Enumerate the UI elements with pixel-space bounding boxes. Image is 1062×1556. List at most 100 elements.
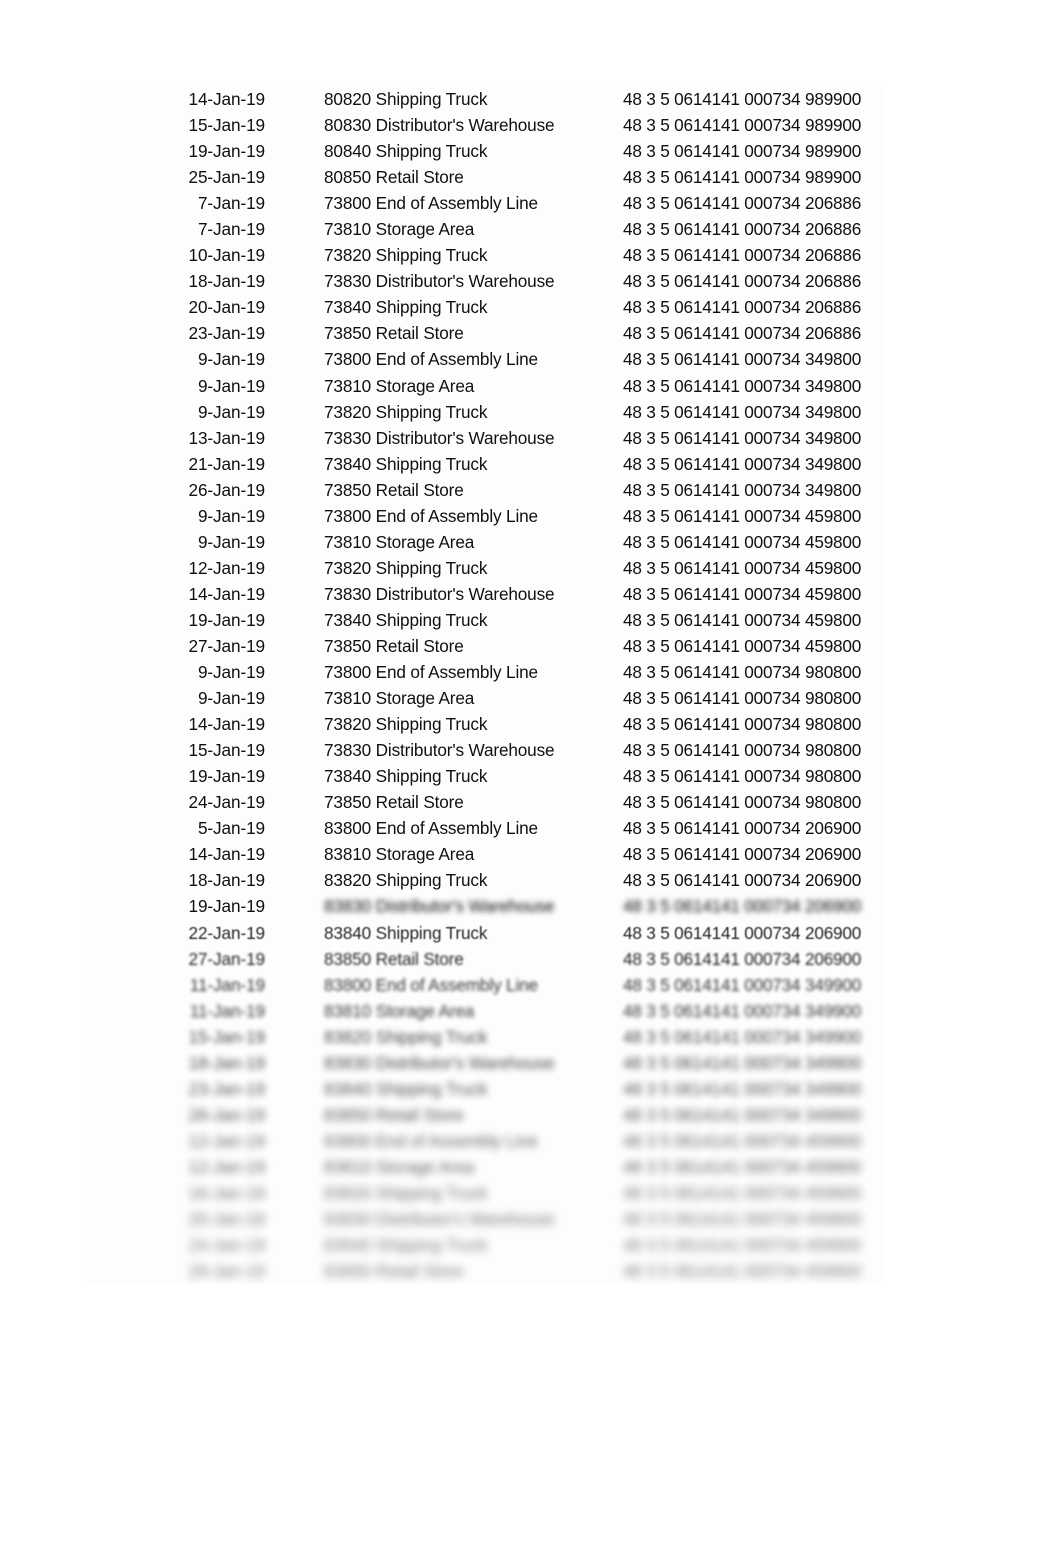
cell-epc: 48 3 5 0614141 000734 349800 xyxy=(623,375,862,396)
cell-epc: 48 3 5 0614141 000734 459800 xyxy=(623,609,862,630)
table-row: 9-Jan-19 73800 End of Assembly Line 48 3 5… xyxy=(85,503,885,529)
cell-location: 83850 Retail Store xyxy=(324,948,464,969)
table-row: 9-Jan-19 73820 Shipping Truck 48 3 5 06141… xyxy=(85,399,885,425)
table-row: 15-Jan-19 83820 Shipping Truck 48 3 5 0614… xyxy=(85,1024,885,1050)
cell-epc: 48 3 5 0614141 000734 206886 xyxy=(623,297,862,318)
cell-epc: 48 3 5 0614141 000734 459800 xyxy=(623,531,862,552)
cell-date: 12-Jan-19 xyxy=(188,557,266,578)
cell-date: 19-Jan-19 xyxy=(188,609,266,630)
table-row: 9-Jan-19 73800 End of Assembly Line 48 3 5… xyxy=(85,659,885,685)
cell-location: 83800 End of Assembly Line xyxy=(324,974,538,995)
cell-epc: 48 3 5 0614141 000734 206886 xyxy=(623,193,862,214)
cell-date: 13-Jan-19 xyxy=(188,427,266,448)
cell-location: 83820 Shipping Truck xyxy=(324,1026,488,1047)
cell-location: 73810 Storage Area xyxy=(324,688,475,709)
cell-date: 9-Jan-19 xyxy=(197,662,265,683)
cell-location: 83820 Shipping Truck xyxy=(324,1182,488,1203)
cell-date: 12-Jan-19 xyxy=(188,1156,266,1177)
cell-epc: 48 3 5 0614141 000734 206886 xyxy=(623,323,862,344)
cell-date: 26-Jan-19 xyxy=(188,479,266,500)
table-row: 21-Jan-19 73840 Shipping Truck 48 3 5 0614… xyxy=(85,451,885,477)
cell-epc: 48 3 5 0614141 000734 349800 xyxy=(623,453,862,474)
table-row: 5-Jan-19 83800 End of Assembly Line 48 3 5… xyxy=(85,815,885,841)
table-row: 19-Jan-19 73840 Shipping Truck 48 3 5 0614… xyxy=(85,607,885,633)
cell-location: 80830 Distributor's Warehouse xyxy=(324,115,555,136)
cell-date: 5-Jan-19 xyxy=(197,818,265,839)
cell-location: 83830 Distributor's Warehouse xyxy=(324,896,555,917)
cell-location: 73800 End of Assembly Line xyxy=(324,193,538,214)
cell-date: 9-Jan-19 xyxy=(197,688,265,709)
table-row: 12-Jan-19 73820 Shipping Truck 48 3 5 0614… xyxy=(85,555,885,581)
table-row: 24-Jan-19 83840 Shipping Truck 48 3 5 0614… xyxy=(85,1232,885,1258)
cell-location: 73800 End of Assembly Line xyxy=(324,505,538,526)
cell-date: 15-Jan-19 xyxy=(188,1026,266,1047)
table-row: 15-Jan-19 73830 Distributor's Warehouse 48… xyxy=(85,737,885,763)
cell-epc: 48 3 5 0614141 000734 349800 xyxy=(623,349,862,370)
cell-date: 27-Jan-19 xyxy=(188,635,266,656)
cell-date: 20-Jan-19 xyxy=(188,1209,266,1230)
cell-date: 18-Jan-19 xyxy=(188,1052,266,1073)
cell-location: 73820 Shipping Truck xyxy=(324,557,488,578)
cell-location: 73850 Retail Store xyxy=(324,792,464,813)
table-row: 11-Jan-19 83810 Storage Area 48 3 5 061414… xyxy=(85,998,885,1024)
cell-epc: 48 3 5 0614141 000734 206900 xyxy=(623,948,862,969)
cell-location: 73840 Shipping Truck xyxy=(324,609,488,630)
cell-date: 19-Jan-19 xyxy=(188,896,266,917)
cell-epc: 48 3 5 0614141 000734 206886 xyxy=(623,271,862,292)
table-row: 23-Jan-19 83840 Shipping Truck 48 3 5 0614… xyxy=(85,1076,885,1102)
cell-date: 7-Jan-19 xyxy=(197,219,265,240)
table-row: 14-Jan-19 80820 Shipping Truck 48 3 5 0614… xyxy=(85,86,885,112)
cell-location: 73810 Storage Area xyxy=(324,531,475,552)
cell-epc: 48 3 5 0614141 000734 459800 xyxy=(623,583,862,604)
table-row: 18-Jan-19 83830 Distributor's Warehouse 48… xyxy=(85,1050,885,1076)
cell-epc: 48 3 5 0614141 000734 989900 xyxy=(623,167,862,188)
cell-location: 73820 Shipping Truck xyxy=(324,714,488,735)
table-row: 19-Jan-19 73840 Shipping Truck 48 3 5 0614… xyxy=(85,763,885,789)
cell-date: 21-Jan-19 xyxy=(188,453,266,474)
cell-epc: 48 3 5 0614141 000734 349800 xyxy=(623,401,862,422)
table-row: 22-Jan-19 83840 Shipping Truck 48 3 5 0614… xyxy=(85,920,885,946)
cell-location: 83840 Shipping Truck xyxy=(324,1235,488,1256)
cell-location: 73830 Distributor's Warehouse xyxy=(324,583,555,604)
cell-date: 9-Jan-19 xyxy=(197,505,265,526)
cell-epc: 48 3 5 0614141 000734 459800 xyxy=(623,505,862,526)
cell-date: 9-Jan-19 xyxy=(197,401,265,422)
cell-date: 24-Jan-19 xyxy=(188,1235,266,1256)
cell-location: 73800 End of Assembly Line xyxy=(324,662,538,683)
cell-epc: 48 3 5 0614141 000734 459900 xyxy=(623,1130,862,1151)
table-row: 27-Jan-19 83850 Retail Store 48 3 5 061414… xyxy=(85,946,885,972)
table-row: 9-Jan-19 73800 End of Assembly Line 48 3 5… xyxy=(85,346,885,372)
cell-epc: 48 3 5 0614141 000734 989900 xyxy=(623,115,862,136)
table-row: 25-Jan-19 80850 Retail Store 48 3 5 061414… xyxy=(85,164,885,190)
cell-epc: 48 3 5 0614141 000734 459800 xyxy=(623,557,862,578)
table-row: 15-Jan-19 80830 Distributor's Warehouse 48… xyxy=(85,112,885,138)
cell-epc: 48 3 5 0614141 000734 459900 xyxy=(623,1261,862,1282)
cell-location: 83800 End of Assembly Line xyxy=(324,1130,538,1151)
cell-date: 15-Jan-19 xyxy=(188,740,266,761)
cell-location: 83830 Distributor's Warehouse xyxy=(324,1209,555,1230)
table-row: 16-Jan-19 83820 Shipping Truck 48 3 5 0614… xyxy=(85,1180,885,1206)
table-row: 7-Jan-19 73800 End of Assembly Line 48 3 5… xyxy=(85,190,885,216)
cell-date: 18-Jan-19 xyxy=(188,271,266,292)
table-row: 26-Jan-19 73850 Retail Store 48 3 5 061414… xyxy=(85,477,885,503)
cell-location: 83810 Storage Area xyxy=(324,1156,475,1177)
cell-epc: 48 3 5 0614141 000734 206900 xyxy=(623,844,862,865)
table-row: 13-Jan-19 73830 Distributor's Warehouse 48… xyxy=(85,425,885,451)
cell-epc: 48 3 5 0614141 000734 989900 xyxy=(623,141,862,162)
cell-location: 73850 Retail Store xyxy=(324,323,464,344)
table-row: 19-Jan-19 80840 Shipping Truck 48 3 5 0614… xyxy=(85,138,885,164)
tracking-table: 14-Jan-19 80820 Shipping Truck 48 3 5 0614… xyxy=(85,86,885,1285)
cell-epc: 48 3 5 0614141 000734 349900 xyxy=(623,1000,862,1021)
cell-date: 14-Jan-19 xyxy=(188,714,266,735)
cell-date: 9-Jan-19 xyxy=(197,531,265,552)
cell-location: 73820 Shipping Truck xyxy=(324,401,488,422)
cell-location: 73830 Distributor's Warehouse xyxy=(324,427,555,448)
cell-location: 73830 Distributor's Warehouse xyxy=(324,740,555,761)
cell-date: 23-Jan-19 xyxy=(188,1078,266,1099)
cell-date: 27-Jan-19 xyxy=(188,948,266,969)
cell-location: 83850 Retail Store xyxy=(324,1261,464,1282)
cell-location: 73840 Shipping Truck xyxy=(324,453,488,474)
cell-location: 80820 Shipping Truck xyxy=(324,89,488,109)
cell-epc: 48 3 5 0614141 000734 349900 xyxy=(623,1052,862,1073)
cell-location: 73850 Retail Store xyxy=(324,635,464,656)
